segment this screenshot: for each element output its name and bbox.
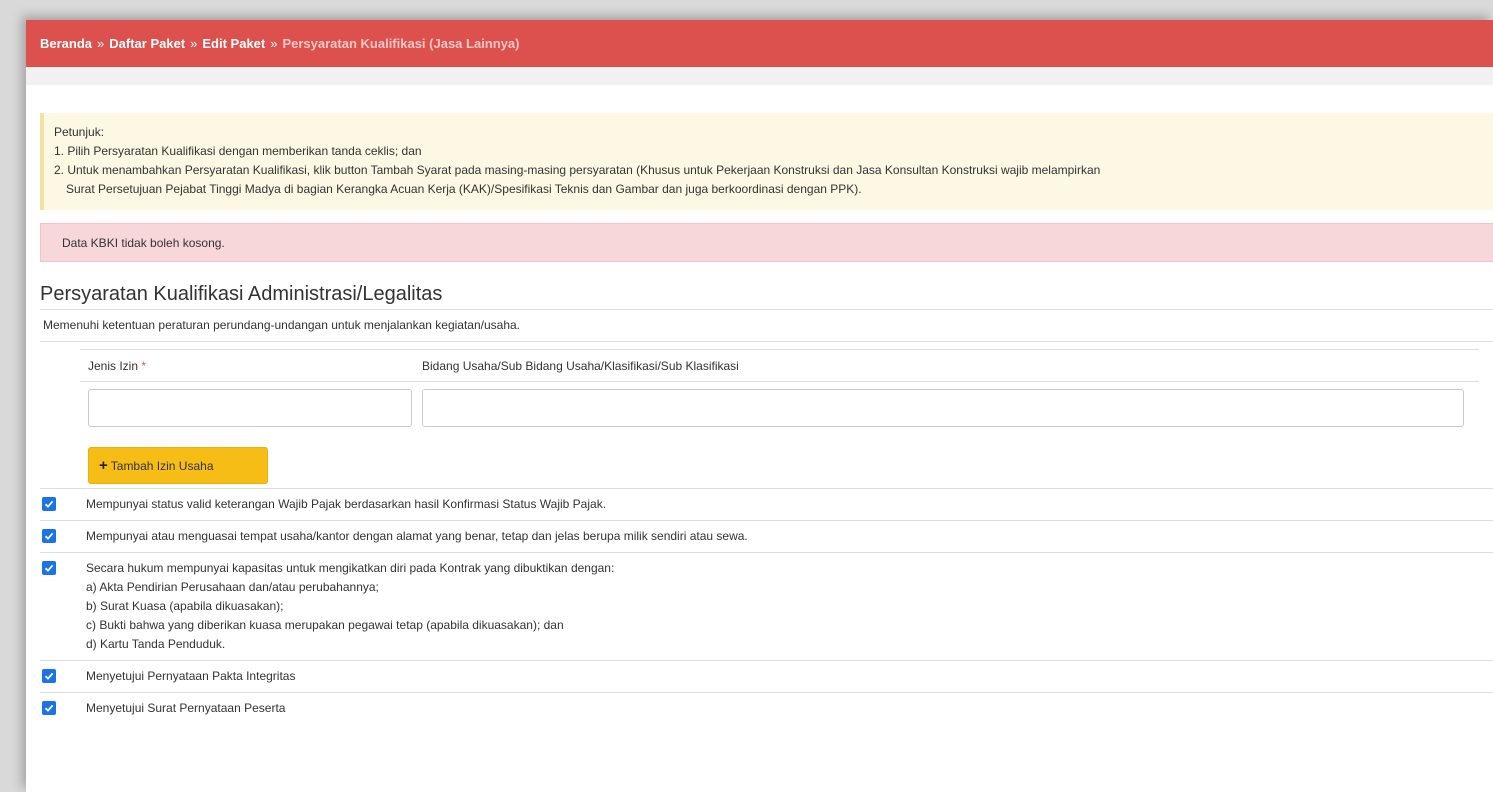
tambah-izin-usaha-label: Tambah Izin Usaha bbox=[110, 458, 214, 473]
checklist-text: Menyetujui Pernyataan Pakta Integritas bbox=[86, 667, 295, 686]
breadcrumb: Beranda » Daftar Paket » Edit Paket » Pe… bbox=[26, 20, 1493, 67]
bidang-usaha-header: Bidang Usaha/Sub Bidang Usaha/Klasifikas… bbox=[422, 358, 739, 373]
section-title: Persyaratan Kualifikasi Administrasi/Leg… bbox=[40, 283, 443, 305]
checklist-item: Secara hukum mempunyai kapasitas untuk m… bbox=[40, 552, 1493, 660]
section-description: Memenuhi ketentuan peraturan perundang-u… bbox=[40, 309, 1493, 342]
breadcrumb-separator: » bbox=[190, 36, 198, 51]
checklist-line: a) Akta Pendirian Perusahaan dan/atau pe… bbox=[86, 580, 379, 594]
breadcrumb-list-link[interactable]: Daftar Paket bbox=[109, 36, 185, 51]
checklist-item: Mempunyai atau menguasai tempat usaha/ka… bbox=[40, 520, 1493, 552]
page-frame: Beranda » Daftar Paket » Edit Paket » Pe… bbox=[26, 20, 1493, 792]
checklist-line: Menyetujui Pernyataan Pakta Integritas bbox=[86, 669, 296, 683]
notice-line-2: 2. Untuk menambahkan Persyaratan Kualifi… bbox=[54, 163, 1101, 177]
breadcrumb-current: Persyaratan Kualifikasi (Jasa Lainnya) bbox=[282, 36, 520, 51]
tambah-izin-usaha-button[interactable]: + Tambah Izin Usaha bbox=[88, 447, 268, 484]
checklist-line: b) Surat Kuasa (apabila dikuasakan); bbox=[86, 599, 284, 613]
checkmark-icon bbox=[44, 564, 54, 572]
checklist-line: Menyetujui Surat Pernyataan Peserta bbox=[86, 701, 286, 715]
checklist-line: d) Kartu Tanda Penduduk. bbox=[86, 637, 226, 651]
checkbox[interactable] bbox=[42, 701, 56, 715]
checkmark-icon bbox=[44, 704, 54, 712]
checklist-item: Menyetujui Surat Pernyataan Peserta bbox=[40, 692, 1493, 724]
jenis-izin-input[interactable] bbox=[88, 389, 412, 427]
checkmark-icon bbox=[44, 532, 54, 540]
checkmark-icon bbox=[44, 672, 54, 680]
breadcrumb-separator: » bbox=[270, 36, 278, 51]
notice-title: Petunjuk: bbox=[54, 125, 105, 139]
notice-line-1: 1. Pilih Persyaratan Kualifikasi dengan … bbox=[54, 144, 422, 158]
checkbox[interactable] bbox=[42, 669, 56, 683]
requirement-checklist: Mempunyai status valid keterangan Wajib … bbox=[40, 488, 1493, 724]
checkbox[interactable] bbox=[42, 561, 56, 575]
checklist-item: Menyetujui Pernyataan Pakta Integritas bbox=[40, 660, 1493, 692]
breadcrumb-separator: » bbox=[97, 36, 105, 51]
bidang-usaha-input[interactable] bbox=[422, 389, 1464, 427]
checklist-item: Mempunyai status valid keterangan Wajib … bbox=[40, 488, 1493, 520]
checklist-text: Mempunyai atau menguasai tempat usaha/ka… bbox=[86, 527, 748, 546]
checklist-line: Mempunyai status valid keterangan Wajib … bbox=[86, 497, 607, 511]
error-alert: Data KBKI tidak boleh kosong. bbox=[40, 223, 1493, 262]
header-spacer bbox=[26, 67, 1493, 85]
jenis-izin-header: Jenis Izin * bbox=[80, 359, 414, 373]
required-mark: * bbox=[141, 358, 147, 373]
checklist-line: Mempunyai atau menguasai tempat usaha/ka… bbox=[86, 529, 748, 543]
breadcrumb-home-link[interactable]: Beranda bbox=[40, 36, 92, 51]
checklist-line: Secara hukum mempunyai kapasitas untuk m… bbox=[86, 561, 615, 575]
checkbox[interactable] bbox=[42, 529, 56, 543]
checklist-text: Mempunyai status valid keterangan Wajib … bbox=[86, 495, 606, 514]
instructions-notice: Petunjuk: 1. Pilih Persyaratan Kualifika… bbox=[40, 113, 1493, 210]
izin-input-row bbox=[80, 382, 1479, 427]
breadcrumb-edit-link[interactable]: Edit Paket bbox=[202, 36, 265, 51]
jenis-izin-label: Jenis Izin bbox=[88, 358, 139, 373]
checklist-line: c) Bukti bahwa yang diberikan kuasa meru… bbox=[86, 618, 564, 632]
checkbox[interactable] bbox=[42, 497, 56, 511]
plus-icon: + bbox=[99, 457, 108, 474]
checkmark-icon bbox=[44, 500, 54, 508]
checklist-text: Menyetujui Surat Pernyataan Peserta bbox=[86, 699, 285, 718]
izin-table-header: Jenis Izin * Bidang Usaha/Sub Bidang Usa… bbox=[80, 350, 1479, 382]
izin-usaha-table: Jenis Izin * Bidang Usaha/Sub Bidang Usa… bbox=[80, 349, 1479, 427]
checklist-text: Secara hukum mempunyai kapasitas untuk m… bbox=[86, 559, 614, 654]
notice-line-3: Surat Persetujuan Pejabat Tinggi Madya d… bbox=[66, 182, 862, 196]
